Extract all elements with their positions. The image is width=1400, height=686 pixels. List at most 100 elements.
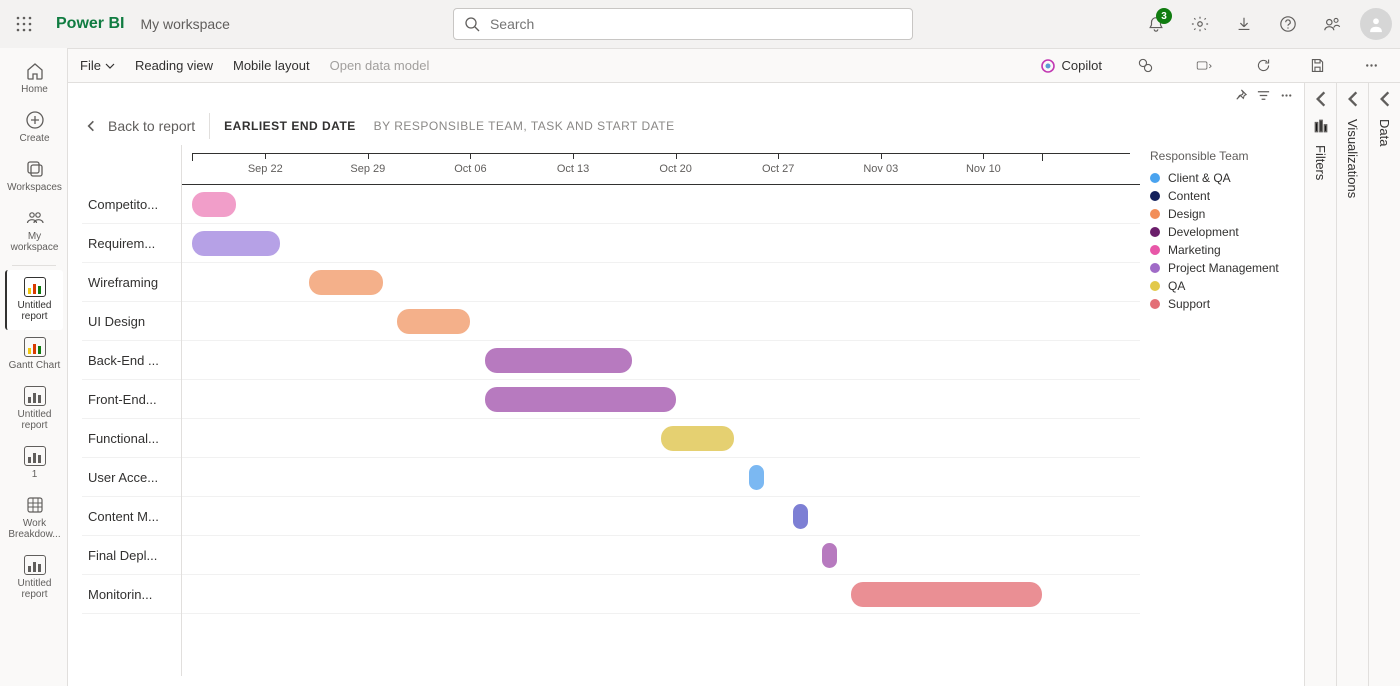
axis-tick-label: Nov 03 [863,163,898,175]
filters-icon [1312,117,1330,135]
axis-tick-label: Oct 27 [762,163,794,175]
menu-file[interactable]: File [80,58,115,73]
nav-report-untitled-3[interactable]: Untitled report [5,548,63,608]
search-input[interactable] [488,15,902,33]
legend-item[interactable]: Content [1150,187,1290,205]
report-icon [24,554,46,576]
filter-button[interactable] [1256,88,1271,108]
legend-swatch [1150,281,1160,291]
gantt-bar[interactable] [309,270,382,295]
gantt-row [182,575,1140,614]
refresh-button[interactable] [1246,52,1280,80]
gantt-bar[interactable] [397,309,470,334]
gantt-task-label: Wireframing [82,263,181,302]
download-button[interactable] [1224,4,1264,44]
gantt-bar[interactable] [192,192,236,217]
legend-label: Development [1168,225,1239,239]
gantt-bar[interactable] [485,387,676,412]
nav-create[interactable]: Create [5,103,63,152]
workspace-breadcrumb[interactable]: My workspace [140,16,229,32]
gantt-bar[interactable] [793,504,808,529]
notifications-button[interactable]: 3 [1136,4,1176,44]
axis-tick-label: Oct 13 [557,163,589,175]
nav-report-wbs[interactable]: Work Breakdow... [5,488,63,548]
report-icon [24,276,46,298]
gantt-task-label: Content M... [82,497,181,536]
copilot-button[interactable]: Copilot [1034,58,1108,74]
axis-tick-label: Sep 29 [350,163,385,175]
people-icon [24,207,46,229]
gantt-row [182,419,1140,458]
search-icon [464,16,480,32]
menu-reading-view[interactable]: Reading view [135,58,213,73]
nav-report-untitled-1[interactable]: Untitled report [5,270,63,330]
gantt-row [182,497,1140,536]
legend-swatch [1150,227,1160,237]
nav-report-gantt-chart[interactable]: Gantt Chart [5,330,63,379]
visual-more-button[interactable] [1279,88,1294,108]
menu-mobile-layout[interactable]: Mobile layout [233,58,310,73]
matrix-icon [24,494,46,516]
create-icon [24,109,46,131]
legend-item[interactable]: Development [1150,223,1290,241]
visual-options-button[interactable] [1182,52,1226,80]
app-launcher-button[interactable] [8,8,40,40]
expand-filters-icon[interactable] [1311,89,1331,109]
save-button[interactable] [1300,52,1334,80]
report-icon [24,385,46,407]
filters-pane-collapsed[interactable]: Filters [1304,83,1336,686]
back-to-report-button[interactable]: Back to report [84,118,195,134]
legend-label: Content [1168,189,1210,203]
gantt-bar[interactable] [661,426,734,451]
legend-item[interactable]: Project Management [1150,259,1290,277]
data-pane-collapsed[interactable]: Data [1368,83,1400,686]
gantt-bar[interactable] [192,231,280,256]
gantt-chart[interactable]: Competito...Requirem...WireframingUI Des… [68,145,1304,686]
legend-label: Client & QA [1168,171,1231,185]
explore-button[interactable] [1128,52,1162,80]
chart-title: Earliest End Date by Responsible Team, T… [224,119,674,133]
legend-swatch [1150,209,1160,219]
gantt-row [182,263,1140,302]
left-nav-rail: Home Create Workspaces My workspace Unti… [0,48,68,686]
gantt-bar[interactable] [749,465,764,490]
feedback-button[interactable] [1312,4,1352,44]
gantt-bar[interactable] [822,543,837,568]
workspaces-icon [24,158,46,180]
gantt-task-labels: Competito...Requirem...WireframingUI Des… [82,145,182,676]
nav-my-workspace[interactable]: My workspace [5,201,63,261]
expand-data-icon[interactable] [1375,89,1395,109]
app-title[interactable]: Power BI [48,15,132,33]
account-avatar[interactable] [1360,8,1392,40]
nav-workspaces[interactable]: Workspaces [5,152,63,201]
pin-button[interactable] [1233,88,1248,108]
nav-report-1[interactable]: 1 [5,439,63,488]
gantt-task-label: Final Depl... [82,536,181,575]
gantt-axis: Sep 22Sep 29Oct 06Oct 13Oct 20Oct 27Nov … [182,145,1140,185]
legend-item[interactable]: Marketing [1150,241,1290,259]
search-box[interactable] [453,8,913,40]
copilot-icon [1040,58,1056,74]
gantt-bar[interactable] [485,348,632,373]
gantt-task-label: Requirem... [82,224,181,263]
axis-tick-label: Sep 22 [248,163,283,175]
chevron-down-icon [105,61,115,71]
expand-visualizations-icon[interactable] [1343,89,1363,109]
gantt-bar[interactable] [851,582,1042,607]
gantt-row [182,341,1140,380]
legend-item[interactable]: Support [1150,295,1290,313]
gantt-task-label: Monitorin... [82,575,181,614]
legend-item[interactable]: QA [1150,277,1290,295]
settings-button[interactable] [1180,4,1220,44]
more-options-button[interactable] [1354,52,1388,80]
legend-item[interactable]: Client & QA [1150,169,1290,187]
legend-item[interactable]: Design [1150,205,1290,223]
visualizations-pane-collapsed[interactable]: Visualizations [1336,83,1368,686]
nav-home[interactable]: Home [5,54,63,103]
legend-swatch [1150,263,1160,273]
nav-report-untitled-2[interactable]: Untitled report [5,379,63,439]
help-button[interactable] [1268,4,1308,44]
legend-label: Project Management [1168,261,1279,275]
report-canvas[interactable]: Back to report Earliest End Date by Resp… [68,83,1304,686]
gantt-row [182,458,1140,497]
